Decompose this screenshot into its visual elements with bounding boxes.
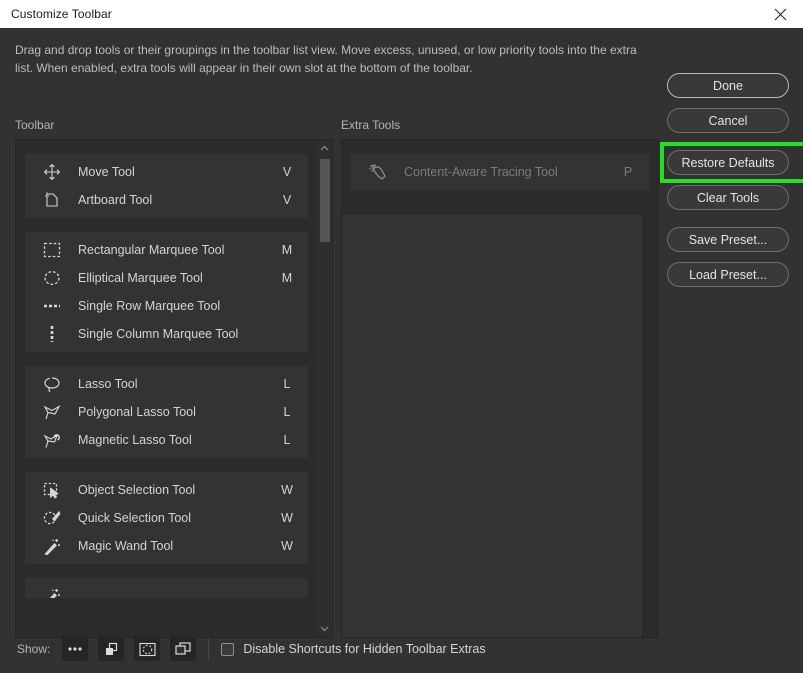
restore-defaults-button[interactable]: Restore Defaults bbox=[667, 150, 789, 175]
tool-name: Quick Selection Tool bbox=[78, 511, 280, 525]
close-icon[interactable] bbox=[758, 0, 803, 28]
lasso-tool-icon bbox=[41, 374, 63, 394]
extra-tools-panel: Content-Aware Tracing ToolP bbox=[341, 139, 659, 638]
magic-wand-tool-icon bbox=[41, 536, 63, 556]
tool-row[interactable]: Polygonal Lasso ToolL bbox=[25, 398, 308, 426]
tool-name: Object Selection Tool bbox=[78, 483, 280, 497]
tool-name: Single Row Marquee Tool bbox=[78, 299, 280, 313]
disable-shortcuts-label: Disable Shortcuts for Hidden Toolbar Ext… bbox=[243, 642, 485, 656]
load-preset-button[interactable]: Load Preset... bbox=[667, 262, 789, 287]
toolbar-list-panel: Move ToolV Artboard ToolV Rectangular Mar… bbox=[15, 139, 333, 638]
tool-row[interactable]: Move ToolV bbox=[25, 158, 308, 186]
tool-row[interactable]: Artboard ToolV bbox=[25, 186, 308, 214]
tool-name: Magic Wand Tool bbox=[78, 539, 280, 553]
tool-group[interactable]: Lasso ToolL Polygonal Lasso ToolL Magnet… bbox=[25, 366, 308, 458]
single-row-marquee-tool-icon bbox=[41, 296, 63, 316]
extra-tools-group-container: Content-Aware Tracing ToolP bbox=[342, 140, 658, 190]
tool-row[interactable]: Quick Selection ToolW bbox=[25, 504, 308, 532]
magnetic-lasso-tool-icon bbox=[41, 430, 63, 450]
tool-shortcut-key: L bbox=[280, 433, 294, 447]
window-titlebar: Customize Toolbar bbox=[0, 0, 803, 28]
duplicate-windows-icon[interactable] bbox=[170, 637, 196, 661]
ellipsis-icon[interactable] bbox=[62, 637, 88, 661]
tool-name: Lasso Tool bbox=[78, 377, 280, 391]
tool-shortcut-key: V bbox=[280, 193, 294, 207]
disable-shortcuts-checkbox-row[interactable]: Disable Shortcuts for Hidden Toolbar Ext… bbox=[221, 642, 485, 656]
tool-row[interactable] bbox=[25, 582, 308, 598]
tool-name: Move Tool bbox=[78, 165, 280, 179]
tool-row[interactable]: Elliptical Marquee ToolM bbox=[25, 264, 308, 292]
tool-row[interactable]: Magnetic Lasso ToolL bbox=[25, 426, 308, 454]
tool-name: Rectangular Marquee Tool bbox=[78, 243, 280, 257]
customize-toolbar-dialog: Drag and drop tools or their groupings i… bbox=[0, 28, 803, 673]
artboard-tool-icon bbox=[41, 190, 63, 210]
tool-name: Polygonal Lasso Tool bbox=[78, 405, 280, 419]
toolbar-scrollbar[interactable] bbox=[317, 140, 332, 637]
tool-group[interactable]: Move ToolV Artboard ToolV bbox=[25, 154, 308, 218]
tool-name: Elliptical Marquee Tool bbox=[78, 271, 280, 285]
tool-name: Artboard Tool bbox=[78, 193, 280, 207]
cancel-button[interactable]: Cancel bbox=[667, 108, 789, 133]
tool-group[interactable]: Object Selection ToolW Quick Selection T… bbox=[25, 472, 308, 564]
tool-name: Single Column Marquee Tool bbox=[78, 327, 280, 341]
extra-tools-column-label: Extra Tools bbox=[341, 118, 400, 132]
tool-name: Content-Aware Tracing Tool bbox=[404, 165, 621, 179]
tool-shortcut-key: M bbox=[280, 271, 294, 285]
scroll-up-icon[interactable] bbox=[317, 140, 332, 156]
tool-row[interactable]: Object Selection ToolW bbox=[25, 476, 308, 504]
save-preset-button[interactable]: Save Preset... bbox=[667, 227, 789, 252]
done-button[interactable]: Done bbox=[667, 73, 789, 98]
quick-selection-tool-icon bbox=[41, 508, 63, 528]
window-title: Customize Toolbar bbox=[11, 7, 112, 21]
tool-row[interactable]: Single Column Marquee Tool bbox=[25, 320, 308, 348]
tool-group-partial[interactable] bbox=[25, 578, 308, 598]
rectangular-marquee-tool-icon bbox=[41, 240, 63, 260]
tool-shortcut-key: W bbox=[280, 483, 294, 497]
tool-row[interactable]: Rectangular Marquee ToolM bbox=[25, 236, 308, 264]
tool-shortcut-key: L bbox=[280, 377, 294, 391]
toolbar-column-label: Toolbar bbox=[15, 118, 54, 132]
dialog-bottom-bar: Show: bbox=[0, 625, 803, 673]
tool-row[interactable]: Content-Aware Tracing ToolP bbox=[351, 158, 649, 186]
tool-group[interactable]: Rectangular Marquee ToolMElliptical Marq… bbox=[25, 232, 308, 352]
tool-shortcut-key: W bbox=[280, 511, 294, 525]
scrollbar-thumb[interactable] bbox=[320, 159, 330, 242]
single-column-marquee-tool-icon bbox=[41, 324, 63, 344]
toolbar-list-scrollarea: Move ToolV Artboard ToolV Rectangular Mar… bbox=[16, 140, 317, 637]
tool-name: Magnetic Lasso Tool bbox=[78, 433, 280, 447]
disable-shortcuts-checkbox[interactable] bbox=[221, 643, 234, 656]
extra-tool-group[interactable]: Content-Aware Tracing ToolP bbox=[351, 154, 649, 190]
tool-row[interactable]: Lasso ToolL bbox=[25, 370, 308, 398]
object-selection-tool-icon bbox=[41, 480, 63, 500]
dashed-selection-icon[interactable] bbox=[134, 637, 160, 661]
tool-shortcut-key: L bbox=[280, 405, 294, 419]
tool-shortcut-key: P bbox=[621, 165, 635, 179]
tool-row[interactable]: Magic Wand ToolW bbox=[25, 532, 308, 560]
show-label: Show: bbox=[17, 642, 50, 656]
content-aware-tracing-tool-icon bbox=[367, 162, 389, 182]
bottom-bar-divider bbox=[208, 638, 209, 660]
dialog-description: Drag and drop tools or their groupings i… bbox=[15, 41, 645, 77]
move-tool-icon bbox=[41, 162, 63, 182]
tool-shortcut-key: V bbox=[280, 165, 294, 179]
clear-tools-button[interactable]: Clear Tools bbox=[667, 185, 789, 210]
extra-tools-empty-dropzone[interactable] bbox=[342, 215, 642, 637]
tool-shortcut-key: M bbox=[280, 243, 294, 257]
magic-wand-tool-icon bbox=[41, 586, 63, 598]
tool-shortcut-key: W bbox=[280, 539, 294, 553]
overlapping-squares-icon[interactable] bbox=[98, 637, 124, 661]
elliptical-marquee-tool-icon bbox=[41, 268, 63, 288]
polygonal-lasso-tool-icon bbox=[41, 402, 63, 422]
tool-row[interactable]: Single Row Marquee Tool bbox=[25, 292, 308, 320]
